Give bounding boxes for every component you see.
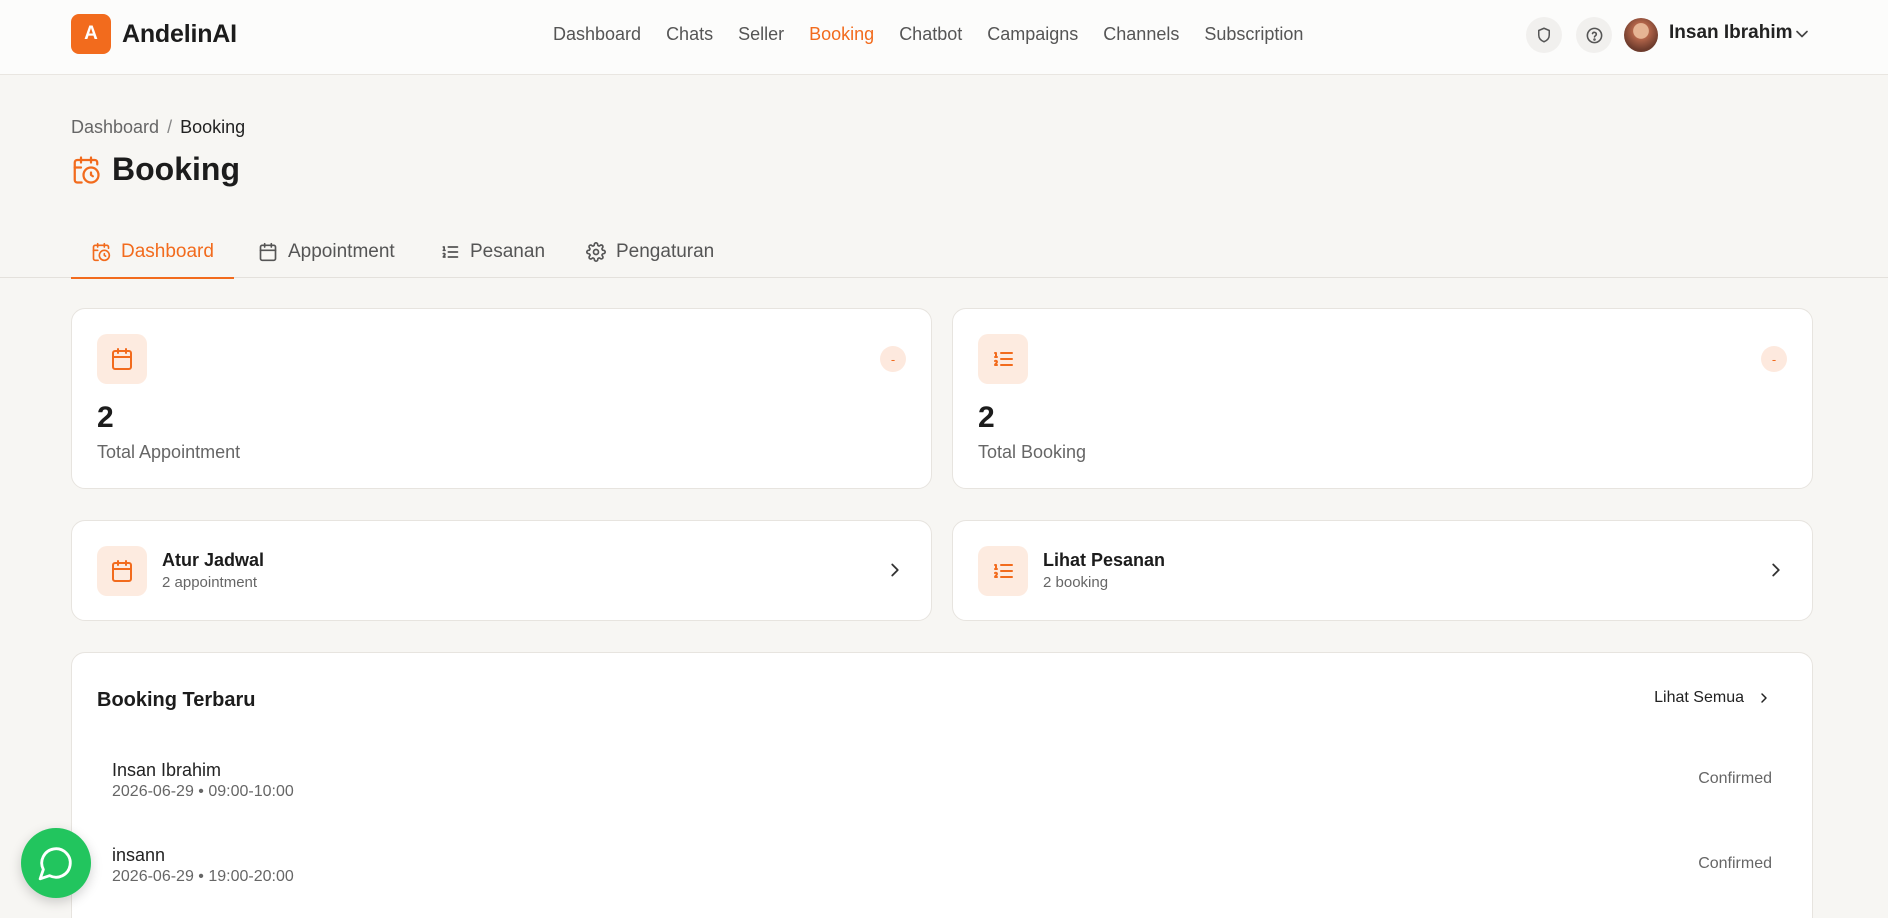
user-name[interactable]: Insan Ibrahim (1669, 22, 1793, 44)
tab-dashboard[interactable]: Dashboard (71, 226, 234, 279)
see-all-label: Lihat Semua (1654, 689, 1744, 706)
booking-status: Confirmed (1698, 855, 1772, 872)
stat-value: 2 (97, 401, 114, 434)
app-name: AndelinAI (122, 19, 237, 48)
stat-icon-box (97, 334, 147, 384)
tab-pengaturan[interactable]: Pengaturan (586, 226, 714, 278)
booking-customer-name: insann (112, 845, 166, 865)
nav-chatbot[interactable]: Chatbot (899, 22, 962, 46)
action-subtitle: 2 appointment (162, 574, 258, 591)
action-title: Lihat Pesanan (1043, 550, 1166, 570)
tab-label: Pesanan (470, 241, 546, 262)
trend-badge: - (880, 346, 906, 372)
main-nav: Dashboard Chats Seller Booking Chatbot C… (553, 22, 1328, 46)
stat-icon-box (978, 334, 1028, 384)
action-title: Atur Jadwal (162, 550, 265, 570)
chevron-right-icon (891, 563, 899, 577)
tab-label: Dashboard (121, 241, 214, 262)
stat-label: Total Appointment (97, 442, 241, 462)
chevron-right-icon (1772, 563, 1780, 577)
section-title: Booking Terbaru (97, 689, 256, 711)
calendar-icon (112, 560, 132, 582)
calendar-clock-icon (92, 242, 111, 262)
gear-icon (586, 242, 606, 262)
list-ordered-icon (442, 246, 459, 258)
shield-button[interactable] (1526, 17, 1562, 53)
calendar-icon (259, 242, 277, 262)
help-button[interactable] (1576, 17, 1612, 53)
booking-row[interactable]: Insan Ibrahim 2026-06-29 • 09:00-10:00 C… (112, 760, 1772, 832)
action-subtitle: 2 booking (1043, 574, 1109, 591)
booking-datetime: 2026-06-29 • 19:00-20:00 (112, 868, 294, 885)
booking-customer-name: Insan Ibrahim (112, 760, 222, 780)
nav-campaigns[interactable]: Campaigns (987, 22, 1078, 46)
action-card-lihat-pesanan[interactable]: Lihat Pesanan 2 booking (952, 520, 1813, 621)
app-logo[interactable]: A AndelinAI (71, 14, 237, 54)
nav-channels[interactable]: Channels (1103, 22, 1179, 46)
stat-value: 2 (978, 401, 995, 434)
booking-status: Confirmed (1698, 770, 1772, 787)
action-icon-box (978, 546, 1028, 596)
chat-bubble-icon (38, 847, 72, 881)
tab-label: Appointment (288, 241, 395, 262)
stat-card-appointment: - 2 Total Appointment (71, 308, 932, 489)
page-title-text: Booking (112, 151, 240, 187)
chevron-down-icon[interactable] (1792, 24, 1812, 44)
stat-card-booking: - 2 Total Booking (952, 308, 1813, 489)
see-all-link[interactable]: Lihat Semua (1654, 689, 1772, 707)
breadcrumb-separator: / (167, 117, 173, 137)
action-card-atur-jadwal[interactable]: Atur Jadwal 2 appointment (71, 520, 932, 621)
calendar-clock-icon (73, 155, 100, 184)
booking-datetime: 2026-06-29 • 09:00-10:00 (112, 783, 294, 800)
help-circle-icon (1586, 27, 1602, 43)
stat-label: Total Booking (978, 442, 1087, 462)
nav-subscription[interactable]: Subscription (1204, 22, 1303, 46)
list-ordered-icon (994, 352, 1013, 366)
chat-fab-button[interactable] (21, 828, 91, 898)
user-avatar[interactable] (1624, 18, 1658, 52)
breadcrumb: Dashboard / Booking (71, 117, 245, 138)
chevron-right-icon (1761, 693, 1767, 703)
top-navbar: A AndelinAI Dashboard Chats Seller Booki… (0, 0, 1888, 75)
shield-icon (1538, 27, 1550, 43)
tab-label: Pengaturan (616, 241, 715, 262)
logo-mark: A (71, 14, 111, 54)
tab-bar: Dashboard Appointment Pesanan Pengaturan (0, 226, 1888, 279)
tab-appointment[interactable]: Appointment (258, 226, 395, 278)
booking-row[interactable]: insann 2026-06-29 • 19:00-20:00 Confirme… (112, 845, 1772, 917)
breadcrumb-current: Booking (180, 117, 246, 137)
nav-seller[interactable]: Seller (738, 22, 784, 46)
tab-pesanan[interactable]: Pesanan (440, 226, 545, 278)
trend-badge: - (1761, 346, 1787, 372)
nav-booking[interactable]: Booking (809, 22, 874, 46)
list-ordered-icon (994, 564, 1013, 578)
nav-dashboard[interactable]: Dashboard (553, 22, 641, 46)
calendar-icon (112, 348, 132, 370)
action-icon-box (97, 546, 147, 596)
breadcrumb-root[interactable]: Dashboard (71, 117, 159, 137)
nav-chats[interactable]: Chats (666, 22, 713, 46)
page-title: Booking (71, 151, 240, 188)
recent-bookings-card: Booking Terbaru Lihat Semua Insan Ibrahi… (71, 652, 1813, 918)
